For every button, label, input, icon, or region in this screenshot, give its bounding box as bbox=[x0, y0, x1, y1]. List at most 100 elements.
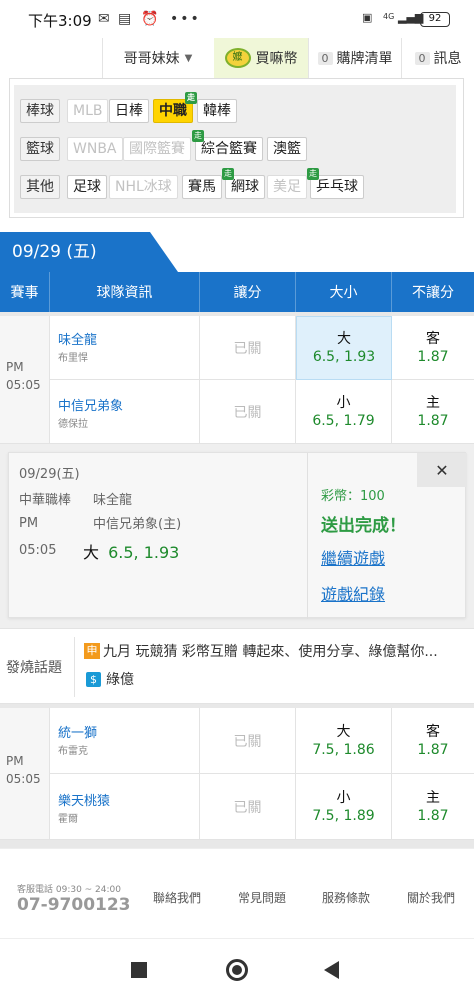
alarm-icon: ⏰ bbox=[141, 11, 159, 27]
about-us-link[interactable]: 關於我們 bbox=[407, 889, 455, 906]
filter-mixed-basketball[interactable]: 綜合籃賽走 bbox=[192, 130, 263, 161]
filter-mixed-basketball-label: 綜合籃賽 bbox=[201, 141, 257, 157]
game-time: 05:05 bbox=[6, 378, 41, 392]
phone-number[interactable]: 07-9700123 bbox=[17, 895, 131, 915]
terms-link[interactable]: 服務條款 bbox=[322, 889, 370, 906]
home-icon[interactable] bbox=[226, 959, 248, 981]
filter-japan-baseball[interactable]: 日棒 bbox=[109, 99, 149, 123]
filter-soccer[interactable]: 足球 bbox=[67, 175, 107, 199]
handicap-closed: 已關 bbox=[200, 708, 296, 774]
sport-filter-panel: 棒球 MLB 日棒 中職走 韓棒 籃球 WNBA 國際籃賽 綜合籃賽走 澳籃 其… bbox=[9, 78, 464, 218]
contact-us-link[interactable]: 聯絡我們 bbox=[153, 889, 201, 906]
message-button[interactable]: 0 訊息 bbox=[402, 38, 474, 78]
filter-tennis[interactable]: 網球走 bbox=[222, 168, 265, 199]
filter-american-football[interactable]: 美足 bbox=[267, 175, 307, 199]
odds-value: 1.87 bbox=[417, 348, 449, 365]
filter-intl-basketball[interactable]: 國際籃賽 bbox=[123, 137, 191, 161]
home-odds-button[interactable]: 主 1.87 bbox=[392, 380, 474, 444]
away-odds-button[interactable]: 客 1.87 bbox=[392, 708, 474, 774]
caret-down-icon: ▼ bbox=[184, 52, 193, 64]
odds-label: 小 bbox=[336, 394, 351, 411]
popup-pick-value: 6.5, 1.93 bbox=[108, 543, 180, 562]
filter-korea-baseball[interactable]: 韓棒 bbox=[197, 99, 237, 123]
apply-icon: 申 bbox=[84, 643, 100, 659]
team-name: 樂天桃猿 bbox=[58, 794, 111, 809]
filter-table-tennis[interactable]: 乒乓球走 bbox=[307, 168, 364, 199]
cart-count: 0 bbox=[317, 51, 333, 65]
odds-value: 6.5, 1.79 bbox=[312, 412, 375, 429]
user-menu[interactable]: 哥哥妹妹 ▼ bbox=[103, 38, 213, 78]
odds-value: 7.5, 1.89 bbox=[312, 807, 375, 824]
game-time-cell: PM 05:05 bbox=[0, 316, 50, 444]
over-odds-button[interactable]: 大 6.5, 1.93 bbox=[296, 316, 392, 380]
live-tag: 走 bbox=[185, 92, 197, 104]
phone-label: 客服電話 09:30 ~ 24:00 bbox=[17, 885, 121, 895]
filter-cpbl[interactable]: 中職走 bbox=[153, 92, 197, 123]
popup-time: 05:05 bbox=[19, 543, 57, 558]
team-cell[interactable]: 統一獅 布雷克 bbox=[50, 708, 200, 774]
popup-ampm: PM bbox=[19, 516, 39, 531]
buy-coin-button[interactable]: 嬤 買嘛幣 bbox=[214, 38, 308, 78]
filter-horse-racing[interactable]: 賽馬 bbox=[182, 175, 222, 199]
popup-date: 09/29(五) bbox=[19, 467, 80, 482]
pitcher-name: 布里悍 bbox=[58, 353, 88, 364]
network-icon: ▣ bbox=[362, 11, 373, 24]
game-time: 05:05 bbox=[6, 772, 41, 786]
hot-topic-text: 綠億 bbox=[106, 672, 134, 688]
filter-mlb[interactable]: MLB bbox=[67, 99, 109, 123]
team-name: 味全龍 bbox=[58, 333, 98, 348]
filter-wnba[interactable]: WNBA bbox=[67, 137, 123, 161]
popup-done-message: 送出完成！ bbox=[321, 516, 406, 536]
filter-nhl[interactable]: NHL冰球 bbox=[109, 175, 178, 199]
category-baseball[interactable]: 棒球 bbox=[20, 99, 60, 123]
over-odds-button[interactable]: 大 7.5, 1.86 bbox=[296, 708, 392, 774]
system-nav-bar bbox=[0, 938, 474, 1000]
continue-game-link[interactable]: 繼續遊戲 bbox=[321, 545, 385, 569]
message-icon: ✉ bbox=[98, 11, 110, 27]
category-basketball[interactable]: 籃球 bbox=[20, 137, 60, 161]
team-cell[interactable]: 中信兄弟象 德保拉 bbox=[50, 380, 200, 444]
footer: 客服電話 09:30 ~ 24:00 07-9700123 聯絡我們 常見問題 … bbox=[0, 848, 474, 938]
hot-topics-label: 發燒話題 bbox=[6, 660, 62, 676]
under-odds-button[interactable]: 小 6.5, 1.79 bbox=[296, 380, 392, 444]
header-team: 球隊資訊 bbox=[50, 272, 200, 312]
filter-australia-basketball[interactable]: 澳籃 bbox=[267, 137, 307, 161]
list-icon: ▤ bbox=[118, 11, 132, 27]
cart-button[interactable]: 0 購牌清單 bbox=[309, 38, 401, 78]
away-odds-button[interactable]: 客 1.87 bbox=[392, 316, 474, 380]
live-tag: 走 bbox=[192, 130, 204, 142]
back-icon[interactable] bbox=[324, 961, 339, 979]
game-record-link[interactable]: 遊戲紀錄 bbox=[321, 581, 385, 605]
faq-link[interactable]: 常見問題 bbox=[238, 889, 286, 906]
message-label: 訊息 bbox=[433, 51, 462, 67]
network-type: 4G bbox=[383, 12, 395, 21]
team-cell[interactable]: 味全龍 布里悍 bbox=[50, 316, 200, 380]
header-handicap: 讓分 bbox=[200, 272, 296, 312]
popup-team2: 中信兄弟象(主) bbox=[93, 517, 182, 532]
hot-topic-item[interactable]: $ 綠億 bbox=[86, 669, 134, 689]
close-icon[interactable]: ✕ bbox=[417, 453, 467, 487]
header-moneyline: 不讓分 bbox=[392, 272, 474, 312]
team-cell[interactable]: 樂天桃猿 霍爾 bbox=[50, 774, 200, 840]
game-ampm: PM bbox=[6, 754, 24, 768]
live-tag: 走 bbox=[307, 168, 319, 180]
odds-value: 7.5, 1.86 bbox=[312, 741, 375, 758]
under-odds-button[interactable]: 小 7.5, 1.89 bbox=[296, 774, 392, 840]
home-odds-button[interactable]: 主 1.87 bbox=[392, 774, 474, 840]
odds-label: 大 bbox=[336, 723, 351, 740]
hot-topic-text: 九月 玩競猜 彩幣互贈 轉起來、使用分享、綠億幫你... bbox=[103, 644, 438, 660]
hot-topic-item[interactable]: 申 九月 玩競猜 彩幣互贈 轉起來、使用分享、綠億幫你... bbox=[84, 641, 438, 661]
date-tab: 09/29 (五) bbox=[0, 232, 178, 272]
cart-label: 購牌清單 bbox=[336, 51, 393, 67]
popup-pick: 大 6.5, 1.93 bbox=[83, 539, 179, 563]
odds-label: 小 bbox=[336, 789, 351, 806]
pitcher-name: 德保拉 bbox=[58, 419, 88, 430]
popup-league: 中華職棒 bbox=[19, 493, 72, 508]
status-bar: 下午3:09 ✉ ▤ ⏰ ••• ▣ 4G ▂▄▆ 92 bbox=[0, 0, 474, 38]
coin-icon: 嬤 bbox=[224, 48, 251, 68]
odds-label: 主 bbox=[426, 789, 440, 806]
pitcher-name: 霍爾 bbox=[58, 814, 78, 825]
recent-apps-icon[interactable] bbox=[131, 962, 147, 978]
odds-value: 1.87 bbox=[417, 807, 449, 824]
category-other[interactable]: 其他 bbox=[20, 175, 60, 199]
